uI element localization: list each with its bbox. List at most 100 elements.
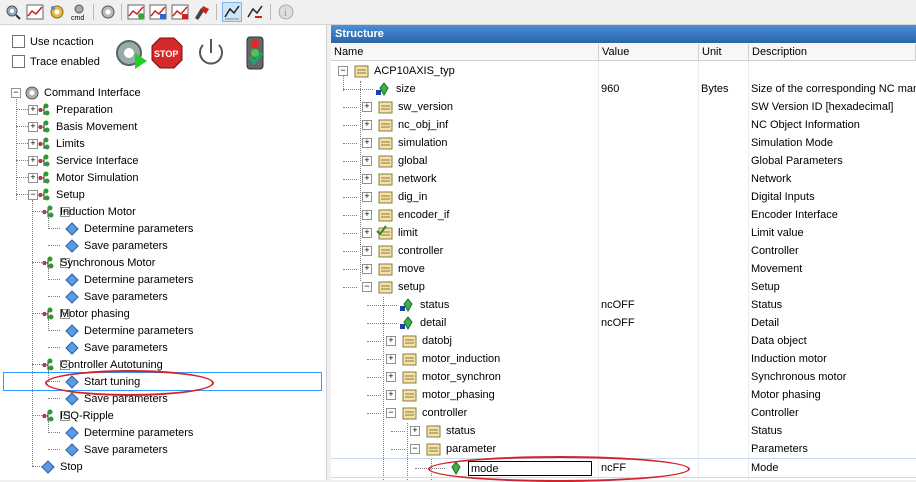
row-name-text: status (420, 299, 450, 311)
cell-description: Controller (751, 245, 799, 257)
structure-row[interactable]: status ncOFF Status (331, 296, 916, 314)
structure-row[interactable]: − controller Controller (331, 404, 916, 422)
structure-row[interactable]: + limit Limit value (331, 224, 916, 242)
chart-blue-icon[interactable] (149, 3, 167, 21)
column-header-value[interactable]: Value (599, 44, 699, 61)
tree-expander[interactable]: + (362, 102, 372, 112)
chart-red-icon[interactable] (171, 3, 189, 21)
structure-row[interactable]: + status Status (331, 422, 916, 440)
tree-expander[interactable]: − (410, 444, 420, 454)
tree-item-save-parameters[interactable]: Save parameters (64, 339, 168, 356)
structure-row[interactable]: + motor_phasing Motor phasing (331, 386, 916, 404)
gear-icon[interactable] (99, 3, 117, 21)
structure-row[interactable]: + simulation Simulation Mode (331, 134, 916, 152)
cell-description: Detail (751, 317, 780, 329)
tree-item-isq-ripple[interactable]: ISQ-Ripple (40, 407, 114, 424)
structure-row[interactable]: size 960 Bytes Size of the corresponding NC… (331, 80, 916, 98)
tree-item-motor-phasing[interactable]: Motor phasing (40, 305, 130, 322)
tree-item-determine-parameters[interactable]: Determine parameters (64, 271, 193, 288)
column-header-description[interactable]: Description (749, 44, 916, 61)
tool-icon[interactable] (193, 3, 211, 21)
tree-expander[interactable]: − (362, 282, 372, 292)
structure-row[interactable]: + motor_induction Induction motor (331, 350, 916, 368)
settings-gear-icon[interactable] (48, 3, 66, 21)
traffic-light-icon[interactable] (238, 35, 274, 71)
tree-expander[interactable]: + (362, 138, 372, 148)
cmd-icon[interactable]: cmd (70, 3, 88, 21)
structure-row[interactable]: + controller Controller (331, 242, 916, 260)
tree-item-limits[interactable]: Limits (36, 135, 85, 152)
structure-row[interactable]: − parameter Parameters (331, 440, 916, 458)
info-icon[interactable]: i (277, 3, 295, 21)
column-header-unit[interactable]: Unit (699, 44, 749, 61)
tree-expander[interactable]: − (338, 66, 348, 76)
tree-item-save-parameters[interactable]: Save parameters (64, 288, 168, 305)
tree-item-preparation[interactable]: Preparation (36, 101, 113, 118)
tree-item-setup[interactable]: Setup (36, 186, 85, 203)
use-ncaction-checkbox[interactable]: Use ncaction (12, 35, 94, 48)
gear-play-icon[interactable] (113, 35, 149, 71)
tree-item-service-interface[interactable]: Service Interface (36, 152, 139, 169)
power-icon[interactable] (193, 35, 229, 71)
structure-row[interactable]: + sw_version SW Version ID [hexadecimal] (331, 98, 916, 116)
tree-expander[interactable]: + (386, 372, 396, 382)
structure-row[interactable]: + motor_synchron Synchronous motor (331, 368, 916, 386)
tree-expander[interactable]: + (362, 120, 372, 130)
row-name-text: move (398, 263, 425, 275)
structure-row[interactable]: + datobj Data object (331, 332, 916, 350)
tree-expander[interactable]: − (11, 88, 21, 98)
structure-row[interactable]: + nc_obj_inf NC Object Information (331, 116, 916, 134)
structure-row[interactable]: detail ncOFF Detail (331, 314, 916, 332)
cell-description: Controller (751, 407, 799, 419)
tree-node-label: Save parameters (84, 239, 168, 252)
tree-item-determine-parameters[interactable]: Determine parameters (64, 424, 193, 441)
tree-expander[interactable]: + (362, 228, 372, 238)
structure-row[interactable]: − ACP10AXIS_typ (331, 62, 916, 80)
cell-unit (701, 170, 746, 188)
chart-icon[interactable] (26, 3, 44, 21)
tree-item-basis-movement[interactable]: Basis Movement (36, 118, 137, 135)
toolbar-separator (93, 4, 94, 20)
tree-item-save-parameters[interactable]: Save parameters (64, 441, 168, 458)
tree-node-label: Induction Motor (60, 205, 136, 218)
chart-green-icon[interactable] (127, 3, 145, 21)
trace-red-icon[interactable] (246, 3, 264, 21)
tree-expander[interactable]: + (362, 246, 372, 256)
trace-cursor-icon[interactable] (222, 2, 242, 22)
structure-row[interactable]: + network Network (331, 170, 916, 188)
tree-item-synchronous-motor[interactable]: Synchronous Motor (40, 254, 155, 271)
tree-expander[interactable]: + (362, 264, 372, 274)
cell-unit (701, 278, 746, 296)
structure-row[interactable]: + move Movement (331, 260, 916, 278)
structure-row[interactable]: + dig_in Digital Inputs (331, 188, 916, 206)
tree-item-induction-motor[interactable]: Induction Motor (40, 203, 136, 220)
tree-expander[interactable]: + (362, 210, 372, 220)
tree-item-motor-simulation[interactable]: Motor Simulation (36, 169, 139, 186)
tree-node-label: Command Interface (44, 86, 141, 99)
tree-connector (48, 347, 60, 348)
structure-row[interactable]: − setup Setup (331, 278, 916, 296)
tree-item-save-parameters[interactable]: Save parameters (64, 237, 168, 254)
tree-expander[interactable]: + (386, 354, 396, 364)
tree-expander[interactable]: + (362, 174, 372, 184)
tree-expander[interactable]: − (386, 408, 396, 418)
tree-expander[interactable]: + (386, 336, 396, 346)
nc-test-icon[interactable] (4, 3, 22, 21)
tree-item-determine-parameters[interactable]: Determine parameters (64, 322, 193, 339)
checkbox-box[interactable] (12, 55, 25, 68)
structure-row[interactable]: + encoder_if Encoder Interface (331, 206, 916, 224)
cell-value (601, 332, 696, 350)
trace-enabled-checkbox[interactable]: Trace enabled (12, 55, 100, 68)
tree-item-stop[interactable]: Stop (40, 458, 83, 475)
tree-connector (343, 143, 357, 144)
stop-sign-icon[interactable]: STOP (149, 35, 185, 71)
checkbox-box[interactable] (12, 35, 25, 48)
tree-expander[interactable]: + (386, 390, 396, 400)
structure-row[interactable]: + global Global Parameters (331, 152, 916, 170)
tree-expander[interactable]: + (410, 426, 420, 436)
tree-expander[interactable]: + (362, 156, 372, 166)
tree-item-determine-parameters[interactable]: Determine parameters (64, 220, 193, 237)
tree-root-command-interface[interactable]: Command Interface (24, 84, 141, 101)
column-header-name[interactable]: Name (331, 44, 599, 61)
tree-expander[interactable]: + (362, 192, 372, 202)
